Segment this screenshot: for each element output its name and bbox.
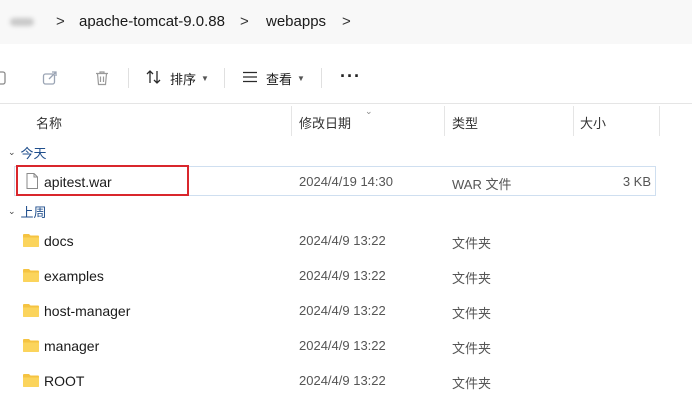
breadcrumb-item-webapps[interactable]: webapps (266, 12, 326, 32)
column-divider[interactable] (659, 106, 660, 136)
sort-label: 排序 (170, 71, 197, 87)
folder-name: examples (44, 268, 104, 284)
folder-type: 文件夹 (452, 341, 492, 356)
column-divider[interactable] (573, 106, 574, 136)
folder-name: docs (44, 233, 74, 249)
address-bar[interactable]: > apache-tomcat-9.0.88 > webapps > (0, 0, 692, 44)
annotation-highlight-box (16, 165, 189, 196)
column-header-name[interactable]: 名称 (36, 113, 62, 132)
folder-name: manager (44, 338, 100, 354)
folder-date: 2024/4/9 13:22 (299, 338, 386, 353)
column-header-size[interactable]: 大小 (580, 113, 606, 132)
chevron-down-icon: ▼ (297, 73, 305, 83)
view-label: 查看 (266, 71, 293, 87)
column-divider[interactable] (291, 106, 292, 136)
file-date: 2024/4/19 14:30 (299, 174, 393, 189)
folder-name: host-manager (44, 303, 131, 319)
sort-button[interactable]: 排序 ▼ (145, 62, 209, 94)
breadcrumb-separator[interactable]: > (342, 12, 351, 32)
folder-type: 文件夹 (452, 306, 492, 321)
toolbar-divider (128, 68, 129, 88)
sort-icon (145, 68, 163, 89)
chevron-down-icon: ⌄ (8, 146, 16, 157)
group-header-last-week[interactable]: ⌄ 上周 (8, 202, 47, 220)
more-icon[interactable]: ··· (340, 66, 361, 86)
breadcrumb-separator: > (56, 13, 65, 30)
group-header-today[interactable]: ⌄ 今天 (8, 143, 47, 161)
breadcrumb-separator: > (240, 13, 249, 30)
folder-row-root[interactable]: ROOT 2024/4/9 13:22 文件夹 (0, 366, 692, 396)
folder-icon (22, 302, 40, 318)
share-icon[interactable] (38, 66, 62, 90)
folder-icon (22, 232, 40, 248)
copy-icon[interactable] (0, 66, 12, 90)
file-size: 3 KB (622, 174, 651, 189)
blurred-breadcrumb (0, 14, 40, 30)
folder-type: 文件夹 (452, 271, 492, 286)
folder-row-docs[interactable]: docs 2024/4/9 13:22 文件夹 (0, 226, 692, 256)
folder-date: 2024/4/9 13:22 (299, 373, 386, 388)
file-type: WAR 文件 (452, 177, 512, 192)
group-label: 今天 (20, 145, 47, 161)
view-icon (241, 68, 259, 89)
folder-icon (22, 267, 40, 283)
column-header-date[interactable]: 修改日期 (299, 113, 351, 132)
folder-name: ROOT (44, 373, 85, 389)
column-header-type[interactable]: 类型 (452, 113, 478, 132)
breadcrumb-item-tomcat[interactable]: apache-tomcat-9.0.88 (79, 12, 225, 32)
folder-icon (22, 372, 40, 388)
toolbar-divider (224, 68, 225, 88)
folder-row-manager[interactable]: manager 2024/4/9 13:22 文件夹 (0, 331, 692, 361)
group-label: 上周 (20, 204, 47, 220)
view-button[interactable]: 查看 ▼ (241, 62, 305, 94)
command-bar: 排序 ▼ 查看 ▼ ··· (0, 52, 692, 104)
delete-icon[interactable] (90, 66, 114, 90)
chevron-down-icon: ▼ (201, 73, 209, 83)
folder-type: 文件夹 (452, 236, 492, 251)
chevron-down-icon: ⌄ (8, 205, 16, 216)
toolbar-divider (321, 68, 322, 88)
folder-date: 2024/4/9 13:22 (299, 303, 386, 318)
folder-date: 2024/4/9 13:22 (299, 268, 386, 283)
folder-icon (22, 337, 40, 353)
folder-row-examples[interactable]: examples 2024/4/9 13:22 文件夹 (0, 261, 692, 291)
column-divider[interactable] (444, 106, 445, 136)
folder-row-host-manager[interactable]: host-manager 2024/4/9 13:22 文件夹 (0, 296, 692, 326)
folder-type: 文件夹 (452, 376, 492, 391)
folder-date: 2024/4/9 13:22 (299, 233, 386, 248)
sort-desc-icon: ⌄ (365, 106, 373, 116)
column-header-row: 名称 ⌄ 修改日期 类型 大小 (0, 106, 692, 136)
